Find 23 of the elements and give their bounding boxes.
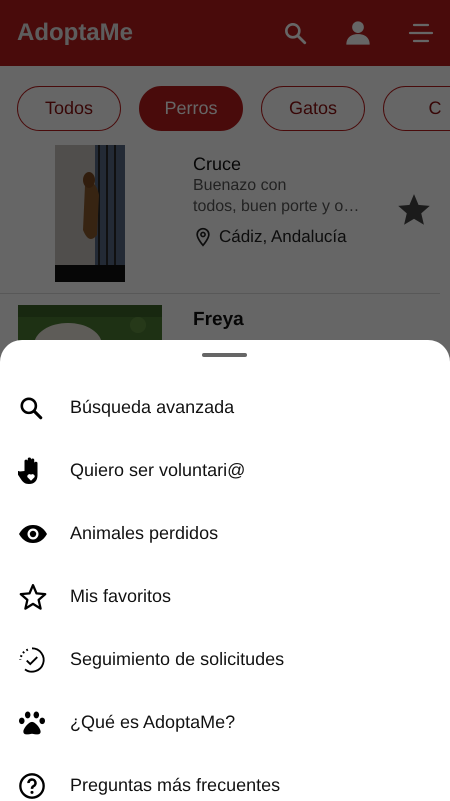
menu-item[interactable]: Búsqueda avanzada [0,376,450,439]
menu-item[interactable]: Mis favoritos [0,565,450,628]
eye-icon [18,524,48,544]
menu-item[interactable]: Quiero ser voluntari@ [0,439,450,502]
menu-item[interactable]: Preguntas más frecuentes [0,754,450,801]
search-icon [18,394,44,420]
pet-description: todos, buen porte y o… [193,197,360,217]
star-icon[interactable] [398,194,430,226]
menu-item[interactable]: Seguimiento de solicitudes [0,628,450,691]
pet-description: Buenazo con [193,176,288,196]
app-title: AdoptaMe [17,19,133,47]
paw-icon [18,710,46,736]
dashed-check-circle-icon [18,646,46,674]
pet-name: Freya [193,309,245,331]
menu-item[interactable]: Animales perdidos [0,502,450,565]
menu-icon[interactable] [408,22,434,44]
star-outline-icon [18,582,48,612]
drag-handle[interactable] [202,353,247,357]
menu-item[interactable]: ¿Qué es AdoptaMe? [0,691,450,754]
pet-breed: Cruce [193,154,242,175]
search-icon[interactable] [282,20,308,46]
help-icon [18,772,46,800]
pet-location: Cádiz, Andalucía [219,227,347,247]
